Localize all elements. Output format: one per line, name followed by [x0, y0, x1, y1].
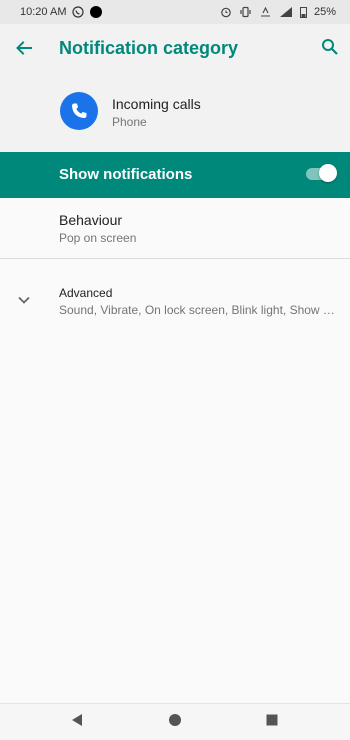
status-bar: 10:20 AM 25% — [0, 0, 350, 24]
show-notifications-label: Show notifications — [59, 166, 193, 183]
page-title: Notification category — [59, 38, 239, 58]
show-notifications-toggle[interactable] — [306, 164, 337, 182]
status-time: 10:20 AM — [20, 6, 67, 18]
advanced-preference[interactable]: Advanced Sound, Vibrate, On lock screen,… — [0, 276, 350, 326]
behaviour-title: Behaviour — [59, 212, 123, 228]
recents-square-icon — [265, 713, 279, 732]
divider — [0, 258, 350, 259]
app-header: Incoming calls Phone — [0, 76, 350, 152]
app-subtitle: Phone — [112, 115, 147, 129]
vibrate-icon — [239, 6, 252, 18]
nav-home-button[interactable] — [166, 713, 184, 731]
show-notifications-switch-bar[interactable]: Show notifications — [0, 152, 350, 198]
back-triangle-icon — [70, 713, 84, 732]
toolbar: Notification category — [0, 24, 350, 76]
notification-dot-icon — [90, 6, 103, 18]
preferences-list: Behaviour Pop on screen Advanced Sound, … — [0, 198, 350, 703]
alarm-icon — [220, 6, 232, 18]
whatsapp-icon — [72, 6, 85, 18]
nav-back-button[interactable] — [68, 713, 86, 731]
battery-level: 25% — [313, 6, 336, 18]
app-name: Incoming calls — [112, 96, 201, 112]
navigation-bar — [0, 703, 350, 740]
home-circle-icon — [168, 713, 182, 732]
nav-recents-button[interactable] — [263, 713, 281, 731]
battery-icon — [299, 6, 307, 18]
signal-icon — [279, 6, 293, 18]
data-icon — [259, 6, 272, 18]
search-icon — [321, 38, 339, 61]
back-button[interactable] — [10, 36, 38, 64]
phone-icon — [60, 92, 98, 130]
behaviour-summary: Pop on screen — [59, 231, 137, 245]
arrow-left-icon — [15, 39, 33, 62]
behaviour-preference[interactable]: Behaviour Pop on screen — [0, 198, 350, 258]
search-button[interactable] — [317, 36, 343, 62]
advanced-summary: Sound, Vibrate, On lock screen, Blink li… — [59, 303, 341, 317]
chevron-down-icon — [14, 290, 34, 310]
toggle-thumb — [319, 164, 337, 182]
advanced-title: Advanced — [59, 286, 113, 300]
